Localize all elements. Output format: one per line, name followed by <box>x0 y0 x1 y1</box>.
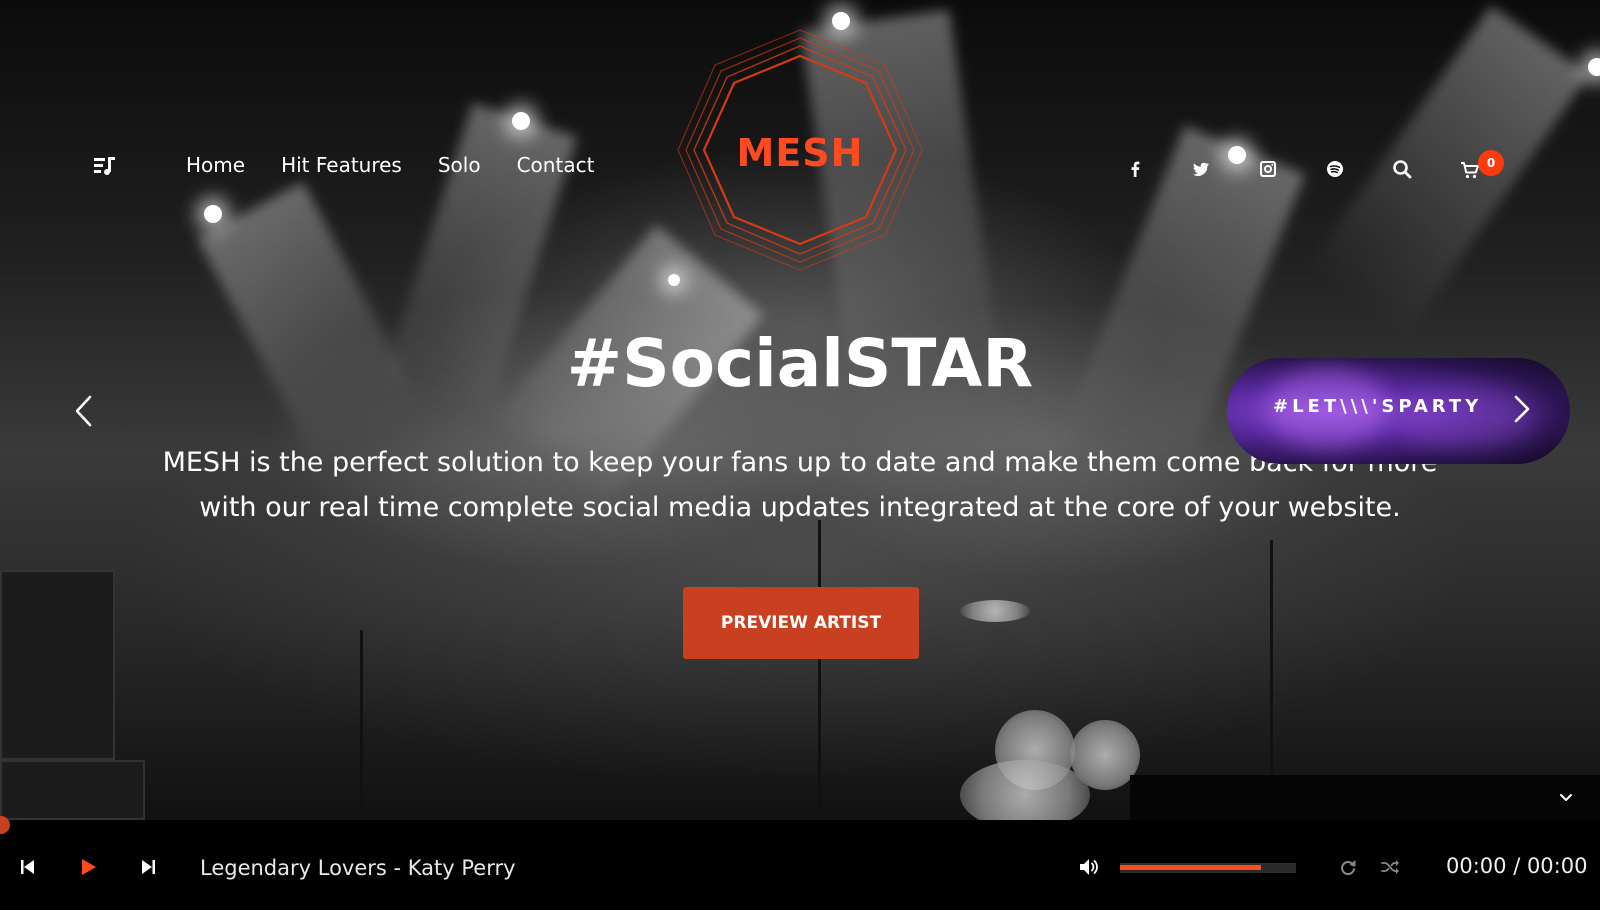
search-icon[interactable] <box>1390 157 1414 181</box>
main-nav: Home Hit Features Solo Contact <box>186 153 630 177</box>
light-beam <box>1307 5 1590 337</box>
stage-spotlight <box>1588 58 1600 76</box>
twitter-icon[interactable] <box>1189 157 1213 181</box>
facebook-icon[interactable] <box>1123 157 1147 181</box>
chevron-down-icon[interactable] <box>1558 792 1574 804</box>
next-slide-label: #LET\\\'SPARTY <box>1273 396 1483 417</box>
playlist-icon[interactable] <box>94 156 116 176</box>
stage-spotlight <box>512 112 530 130</box>
mic-stand <box>360 630 363 820</box>
volume-slider-fill <box>1120 865 1261 870</box>
nav-item-home[interactable]: Home <box>186 153 245 177</box>
skip-next-icon[interactable] <box>138 857 158 877</box>
stage-speaker <box>0 570 115 760</box>
spotify-icon[interactable] <box>1323 157 1347 181</box>
next-slide-arrow-icon <box>1514 395 1530 423</box>
hero-description-line: with our real time complete social media… <box>199 492 1401 523</box>
track-title: Legendary Lovers - Katy Perry <box>200 856 516 880</box>
playback-time: 00:00 / 00:00 <box>1446 854 1588 878</box>
skip-previous-icon[interactable] <box>18 857 38 877</box>
drum-kit <box>960 600 1030 622</box>
drum-kit <box>960 760 1090 820</box>
stage-speaker <box>0 760 145 820</box>
stage-equipment <box>0 520 1600 820</box>
previous-slide-arrow-icon[interactable] <box>72 394 96 428</box>
play-icon[interactable] <box>78 857 98 877</box>
nav-item-hit-features[interactable]: Hit Features <box>281 153 402 177</box>
mic-stand <box>818 520 821 820</box>
volume-icon[interactable] <box>1078 857 1100 877</box>
next-slide-preview[interactable]: #LET\\\'SPARTY <box>1227 358 1570 464</box>
shuffle-icon[interactable] <box>1380 857 1400 877</box>
stage-riser <box>1130 775 1600 820</box>
repeat-icon[interactable] <box>1338 857 1358 877</box>
nav-item-solo[interactable]: Solo <box>438 153 481 177</box>
stage-spotlight <box>1228 146 1246 164</box>
cart-count-badge: 0 <box>1478 150 1504 176</box>
stage-spotlight <box>204 205 222 223</box>
logo-text: MESH <box>736 131 864 175</box>
instagram-icon[interactable] <box>1256 157 1280 181</box>
preview-artist-button[interactable]: PREVIEW ARTIST <box>683 587 919 659</box>
site-logo[interactable]: MESH <box>660 20 940 310</box>
volume-slider[interactable] <box>1120 863 1296 873</box>
nav-item-contact[interactable]: Contact <box>517 153 595 177</box>
